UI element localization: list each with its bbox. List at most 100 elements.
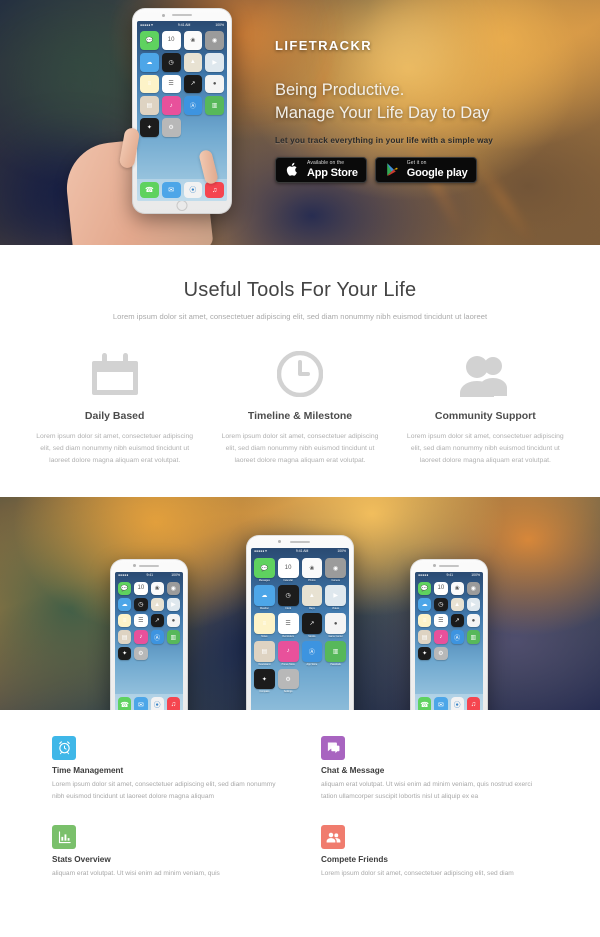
app-icon[interactable]: ▤ xyxy=(418,630,432,644)
dock-icon[interactable]: ☎ xyxy=(118,696,132,710)
section-subtitle: Lorem ipsum dolor sit amet, consectetuer… xyxy=(112,312,488,321)
app-icon[interactable]: ◷ xyxy=(161,52,181,72)
app-icon[interactable]: 10 xyxy=(434,581,448,595)
app-icon[interactable]: ✦ xyxy=(418,646,432,660)
app-icon[interactable]: ◉ xyxy=(166,581,180,595)
app-icon[interactable]: ◉ xyxy=(205,31,224,50)
app-icon[interactable]: ≡ xyxy=(140,74,159,94)
app-icon[interactable]: 10 Calendar xyxy=(277,557,299,582)
app-icon[interactable]: ❀ xyxy=(150,581,164,595)
tool-text: Lorem ipsum dolor sit amet, consectetuer… xyxy=(36,433,194,464)
app-icon[interactable]: ▶ xyxy=(205,52,224,72)
app-icon[interactable]: ▥ xyxy=(466,630,480,644)
app-icon[interactable]: ↗ xyxy=(150,614,164,628)
app-icon[interactable]: ✦ xyxy=(118,646,132,660)
app-icon[interactable]: ▤ Newsstand xyxy=(254,640,275,666)
app-icon[interactable]: ◷ Clock xyxy=(277,585,299,610)
app-icon[interactable]: ❀ xyxy=(183,31,203,50)
app-icon[interactable]: ≡ xyxy=(418,614,432,628)
app-icon[interactable]: ☰ Reminders xyxy=(277,613,299,638)
app-icon[interactable]: ❀ Photos xyxy=(301,557,323,582)
hero-headline: Being Productive. Manage Your Life Day t… xyxy=(275,79,575,125)
app-icon[interactable]: ❀ xyxy=(450,581,464,595)
brand-logo[interactable]: LIFETRACKR xyxy=(275,38,575,53)
dock-icon[interactable]: ✉ xyxy=(161,182,181,198)
app-icon[interactable]: ♪ xyxy=(134,630,148,644)
phone-statusbar: ●●●●● ▾ 9:41 AM 100% xyxy=(254,549,346,554)
app-icon[interactable]: Ⓐ xyxy=(150,630,164,644)
app-icon[interactable]: 💬 Messages xyxy=(254,557,275,582)
app-icon[interactable]: ▥ xyxy=(205,96,224,115)
app-icon[interactable]: ▤ xyxy=(140,96,159,115)
dock-icon[interactable]: ♫ xyxy=(466,696,480,710)
app-icon[interactable]: ▤ xyxy=(118,630,132,644)
app-icon[interactable]: 💬 xyxy=(418,581,432,595)
dock-icon[interactable]: ⦿ xyxy=(450,696,464,710)
dock-icon[interactable]: ⦿ xyxy=(150,696,164,710)
app-icon[interactable]: ◷ xyxy=(134,597,148,612)
dock-icon[interactable]: ♫ xyxy=(166,696,180,710)
tool-title: Timeline & Milestone xyxy=(247,410,353,422)
dock-icon[interactable]: ✉ xyxy=(434,696,448,710)
app-icon[interactable]: ☰ xyxy=(434,614,448,628)
app-icon[interactable]: ♪ xyxy=(161,96,181,115)
app-icon[interactable]: ≡ Notes xyxy=(254,613,275,638)
app-icon[interactable]: ● Game Center xyxy=(325,613,346,638)
app-icon[interactable]: ↗ Stocks xyxy=(301,613,323,638)
app-icon[interactable]: ♪ xyxy=(434,630,448,644)
bar-chart-icon xyxy=(52,825,76,850)
app-icon[interactable]: ⚙ Settings xyxy=(277,668,299,693)
app-icon[interactable]: ♪ iTunes Store xyxy=(277,640,299,666)
app-icon[interactable]: ↗ xyxy=(183,74,203,94)
app-icon[interactable]: ☁ xyxy=(118,597,132,612)
app-icon[interactable]: 10 xyxy=(161,31,181,50)
app-icon[interactable]: ☁ xyxy=(418,597,432,612)
google-play-button[interactable]: Get it on Google play xyxy=(374,156,477,183)
app-icon[interactable]: ⚙ xyxy=(434,646,448,660)
app-icon[interactable]: ☰ xyxy=(134,614,148,628)
tool-title: Daily Based xyxy=(84,410,145,422)
dock-icon[interactable]: ✉ xyxy=(134,696,148,710)
app-icon[interactable]: 10 xyxy=(134,581,148,595)
app-icon[interactable]: 💬 xyxy=(140,31,159,50)
store-badges: Available on the App Store Get it on Goo… xyxy=(275,156,575,183)
app-icon[interactable]: ▥ xyxy=(166,630,180,644)
app-icon[interactable]: ▲ Maps xyxy=(301,585,323,610)
app-icon[interactable]: ▲ xyxy=(150,597,164,612)
app-store-button[interactable]: Available on the App Store xyxy=(275,156,367,183)
app-icon[interactable]: ▲ xyxy=(450,597,464,612)
app-icon[interactable]: ▥ Passbook xyxy=(325,640,346,666)
app-icon[interactable]: ◉ Camera xyxy=(325,557,346,582)
hero-content: LIFETRACKR Being Productive. Manage Your… xyxy=(275,38,575,183)
dock-icon[interactable]: ♫ xyxy=(205,182,224,198)
app-icon[interactable]: ● xyxy=(466,614,480,628)
dock-icon[interactable]: ☎ xyxy=(140,182,159,198)
app-icon[interactable]: ⚙ xyxy=(134,646,148,660)
app-icon[interactable]: ✦ xyxy=(140,118,159,137)
app-icon[interactable]: ↗ xyxy=(450,614,464,628)
app-icon[interactable]: ▶ Videos xyxy=(325,585,346,610)
app-icon[interactable]: Ⓐ xyxy=(450,630,464,644)
app-icon[interactable]: ≡ xyxy=(118,614,132,628)
app-icon[interactable]: 💬 xyxy=(118,581,132,595)
alarm-clock-icon xyxy=(52,735,76,760)
app-icon[interactable]: ● xyxy=(166,614,180,628)
app-icon[interactable]: ● xyxy=(205,74,224,94)
app-icon[interactable]: ◉ xyxy=(466,581,480,595)
product-showcase-section: ●●●●● 9:41 100% 💬 10 ❀ ◉ ☁ ◷ ▲ ▶ ≡ ☰ ↗ ● ▤ ♪ Ⓐ ▥ ✦ ⚙ ☎ ✉ ⦿ ♫ ●… xyxy=(0,496,600,710)
app-icon[interactable]: Ⓐ xyxy=(183,96,203,115)
app-icon[interactable]: ▶ xyxy=(466,597,480,612)
app-icon[interactable]: ✦ Compass xyxy=(254,668,275,693)
app-icon[interactable]: ☰ xyxy=(161,74,181,94)
app-icon[interactable]: ◷ xyxy=(434,597,448,612)
users-icon xyxy=(405,351,566,397)
app-icon[interactable]: Ⓐ App Store xyxy=(301,640,323,666)
app-icon[interactable]: ☁ xyxy=(140,52,159,72)
showcase-phone-right: ●●●●● 9:41 100% 💬 10 ❀ ◉ ☁ ◷ ▲ ▶ ≡ ☰ ↗ ● ▤ ♪ Ⓐ ▥ ✦ ⚙ ☎ ✉ ⦿ ♫ xyxy=(410,558,488,710)
app-icon[interactable]: ▶ xyxy=(166,597,180,612)
dock-icon[interactable]: ⦿ xyxy=(183,182,203,198)
app-icon[interactable]: ☁ Weather xyxy=(254,585,275,610)
app-icon[interactable]: ⚙ xyxy=(161,118,181,137)
dock-icon[interactable]: ☎ xyxy=(418,696,432,710)
app-icon[interactable]: ▲ xyxy=(183,52,203,72)
